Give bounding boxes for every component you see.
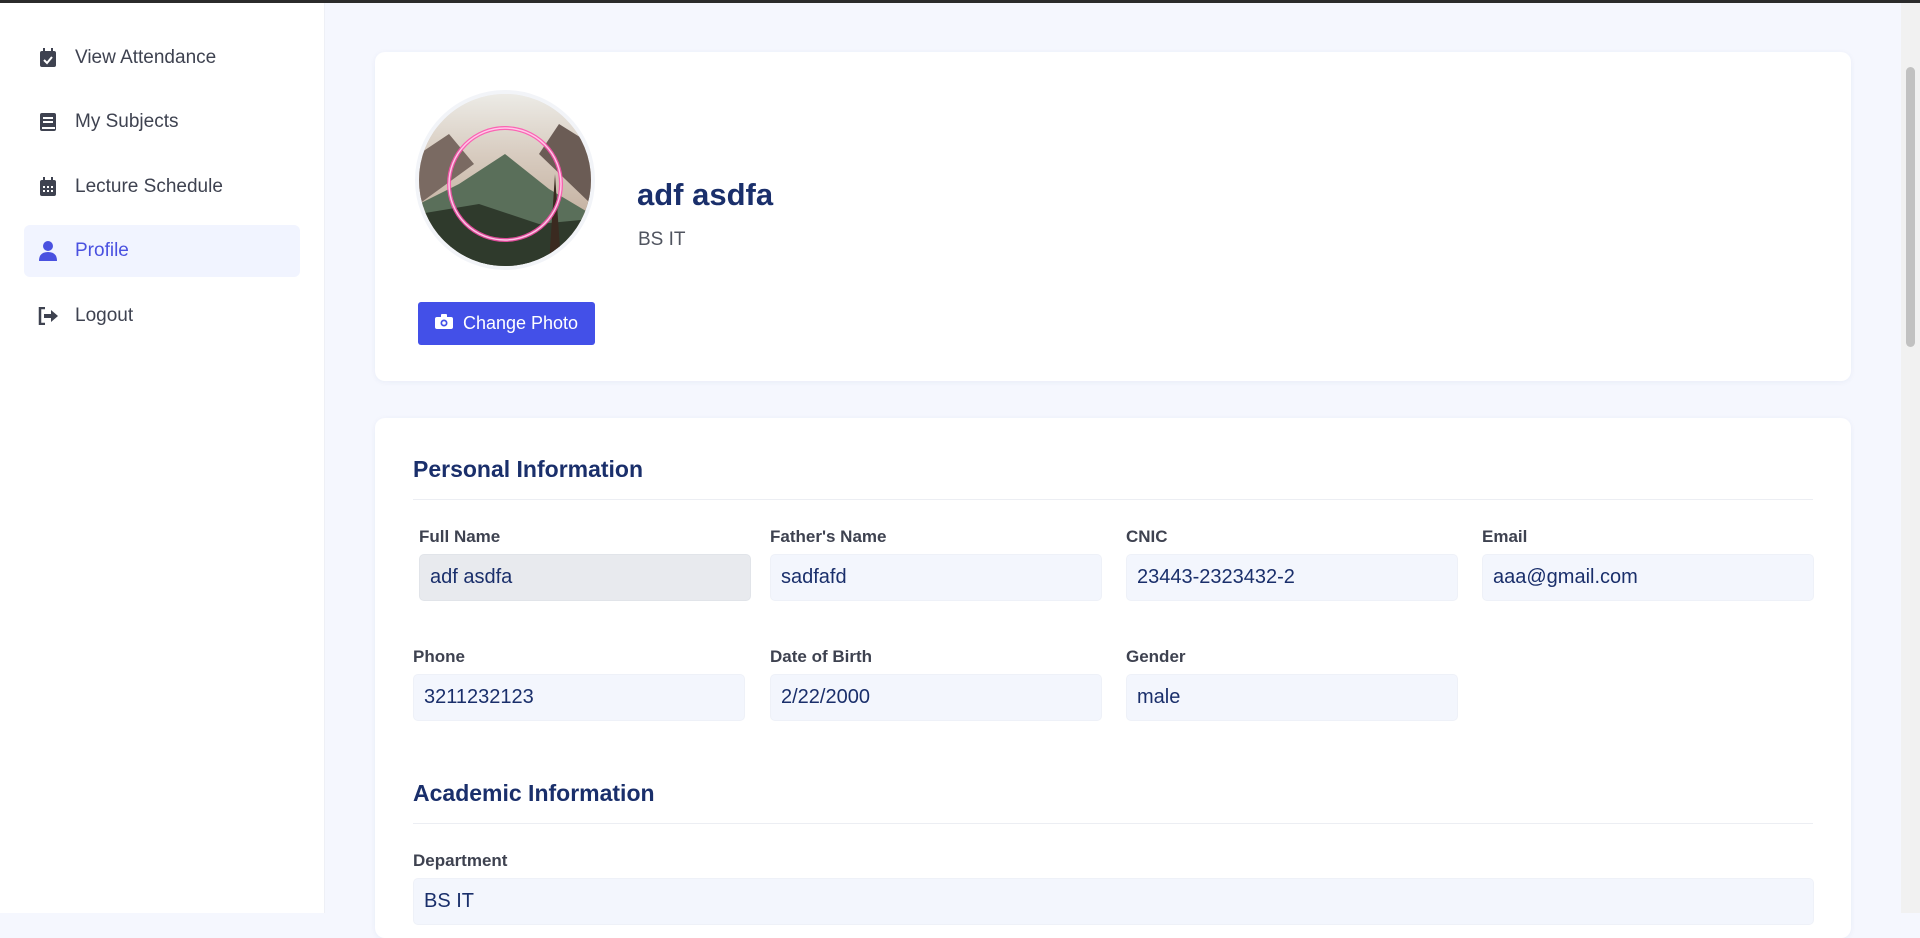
sidebar-item-profile[interactable]: Profile <box>24 225 300 277</box>
sidebar: View Attendance My Subjects Lecture Sche… <box>0 3 325 913</box>
logout-icon <box>35 307 61 325</box>
camera-icon <box>434 313 453 334</box>
email-label: Email <box>1482 527 1528 546</box>
sidebar-item-logout[interactable]: Logout <box>24 290 300 342</box>
calendar-check-icon <box>35 48 61 68</box>
full-name-label: Full Name <box>419 527 501 546</box>
date-of-birth-field[interactable] <box>770 674 1102 721</box>
father-name-label: Father's Name <box>770 527 887 546</box>
sidebar-item-my-subjects[interactable]: My Subjects <box>24 96 300 148</box>
date-of-birth-label: Date of Birth <box>770 647 872 666</box>
main-content: adf asdfa BS IT Change Photo Personal In… <box>326 3 1900 938</box>
academic-information-title: Academic Information <box>413 780 655 806</box>
gender-field[interactable] <box>1126 674 1458 721</box>
sidebar-item-lecture-schedule[interactable]: Lecture Schedule <box>24 161 300 213</box>
department-field[interactable] <box>413 878 1814 925</box>
user-icon <box>35 241 61 261</box>
full-name-field[interactable] <box>419 554 751 601</box>
sidebar-item-label: Lecture Schedule <box>75 176 223 197</box>
phone-label: Phone <box>413 647 465 666</box>
info-card: Personal Information Full Name Father's … <box>375 418 1851 938</box>
sidebar-item-view-attendance[interactable]: View Attendance <box>24 32 300 84</box>
section-divider <box>413 499 1813 500</box>
phone-field[interactable] <box>413 674 745 721</box>
change-photo-button[interactable]: Change Photo <box>418 302 595 345</box>
profile-name: adf asdfa <box>637 177 774 212</box>
sidebar-item-label: View Attendance <box>75 47 217 68</box>
cnic-label: CNIC <box>1126 527 1168 546</box>
book-icon <box>35 112 61 132</box>
cnic-field[interactable] <box>1126 554 1458 601</box>
change-photo-label: Change Photo <box>462 313 579 333</box>
personal-information-title: Personal Information <box>413 456 644 482</box>
father-name-field[interactable] <box>770 554 1102 601</box>
sidebar-item-label: My Subjects <box>75 111 179 132</box>
avatar <box>415 90 595 270</box>
department-label: Department <box>413 851 508 870</box>
profile-program: BS IT <box>638 229 686 250</box>
gender-label: Gender <box>1126 647 1186 666</box>
calendar-icon <box>35 177 61 197</box>
sidebar-item-label: Logout <box>75 305 134 326</box>
scrollbar-thumb[interactable] <box>1906 67 1915 347</box>
profile-card: adf asdfa BS IT Change Photo <box>375 52 1851 381</box>
section-divider <box>413 823 1813 824</box>
email-field[interactable] <box>1482 554 1814 601</box>
page-scrollbar[interactable] <box>1901 3 1920 913</box>
sidebar-item-label: Profile <box>75 240 129 261</box>
